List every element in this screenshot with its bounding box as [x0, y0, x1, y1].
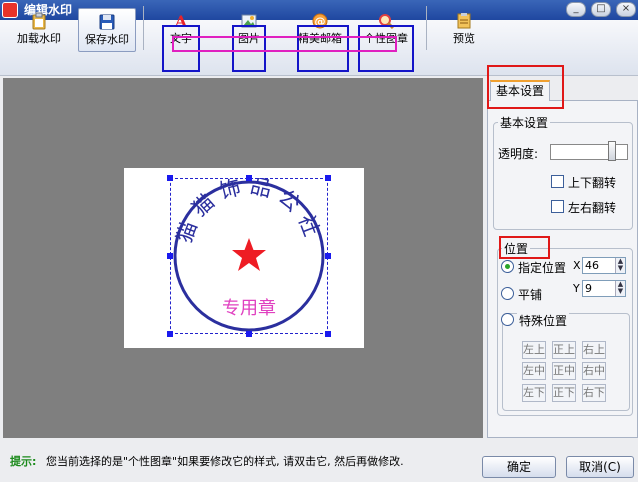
fixed-position-label: 指定位置: [518, 261, 567, 275]
position-bottom-center[interactable]: 正下: [552, 384, 576, 402]
ok-button[interactable]: 确定: [482, 456, 556, 478]
resize-handle-se[interactable]: [325, 331, 331, 337]
position-bottom-left[interactable]: 左下: [522, 384, 546, 402]
resize-handle-nw[interactable]: [167, 175, 173, 181]
y-label: Y: [573, 282, 580, 295]
toolbar-group-highlight: [172, 36, 397, 52]
opacity-slider-thumb[interactable]: [608, 141, 616, 161]
resize-handle-e[interactable]: [325, 253, 331, 259]
flip-vertical-checkbox[interactable]: [551, 175, 564, 188]
floppy-disk-icon: [99, 14, 115, 30]
resize-handle-n[interactable]: [246, 175, 252, 181]
position-top-right[interactable]: 右上: [582, 341, 606, 359]
position-bottom-right[interactable]: 右下: [582, 384, 606, 402]
load-watermark-label: 加载水印: [17, 32, 61, 45]
position-top-center[interactable]: 正上: [552, 341, 576, 359]
tile-radio[interactable]: [501, 287, 514, 300]
x-label: X: [573, 259, 581, 272]
x-value: 46: [585, 259, 599, 272]
special-position-label: 特殊位置: [517, 312, 570, 329]
document-preview-icon: [457, 13, 471, 29]
resize-handle-w[interactable]: [167, 253, 173, 259]
hint-text: 您当前选择的是"个性图章"如果要修改它的样式, 请双击它, 然后再做修改.: [46, 455, 404, 468]
special-position-radio[interactable]: [501, 313, 514, 326]
flip-vertical-label: 上下翻转: [568, 176, 617, 190]
y-spinner[interactable]: 9 ▲ ▼: [582, 280, 626, 297]
minimize-button[interactable]: _: [566, 2, 586, 17]
toolbar-separator: [143, 6, 144, 50]
hint-label: 提示:: [10, 455, 37, 468]
clipboard-icon: [32, 12, 46, 30]
x-spinner[interactable]: 46 ▲ ▼: [582, 257, 626, 274]
maximize-button[interactable]: □: [591, 2, 611, 17]
basic-settings-legend: 基本设置: [500, 116, 549, 130]
flip-horizontal-label: 左右翻转: [568, 201, 617, 215]
position-top-left[interactable]: 左上: [522, 341, 546, 359]
load-watermark-button[interactable]: 加载水印: [10, 8, 68, 52]
position-center[interactable]: 正中: [552, 362, 576, 380]
selection-box: [170, 178, 328, 334]
resize-handle-ne[interactable]: [325, 175, 331, 181]
toolbar-separator: [426, 6, 427, 50]
position-highlight: [499, 236, 550, 259]
opacity-label: 透明度:: [498, 147, 539, 161]
save-watermark-button[interactable]: 保存水印: [78, 8, 136, 52]
cancel-button[interactable]: 取消(C): [566, 456, 634, 478]
position-middle-right[interactable]: 右中: [582, 362, 606, 380]
resize-handle-sw[interactable]: [167, 331, 173, 337]
resize-handle-s[interactable]: [246, 331, 252, 337]
fixed-position-radio[interactable]: [501, 260, 514, 273]
position-middle-left[interactable]: 左中: [522, 362, 546, 380]
preview-label: 预览: [453, 32, 475, 45]
x-spinner-arrows[interactable]: ▲ ▼: [615, 258, 625, 273]
tab-highlight: [487, 65, 564, 109]
flip-horizontal-checkbox[interactable]: [551, 200, 564, 213]
y-value: 9: [585, 282, 592, 295]
close-button[interactable]: ×: [616, 2, 636, 17]
save-watermark-label: 保存水印: [85, 33, 129, 46]
opacity-slider[interactable]: [550, 144, 628, 160]
preview-button[interactable]: 预览: [446, 8, 482, 52]
y-spinner-arrows[interactable]: ▲ ▼: [615, 281, 625, 296]
tile-label: 平铺: [518, 288, 543, 302]
